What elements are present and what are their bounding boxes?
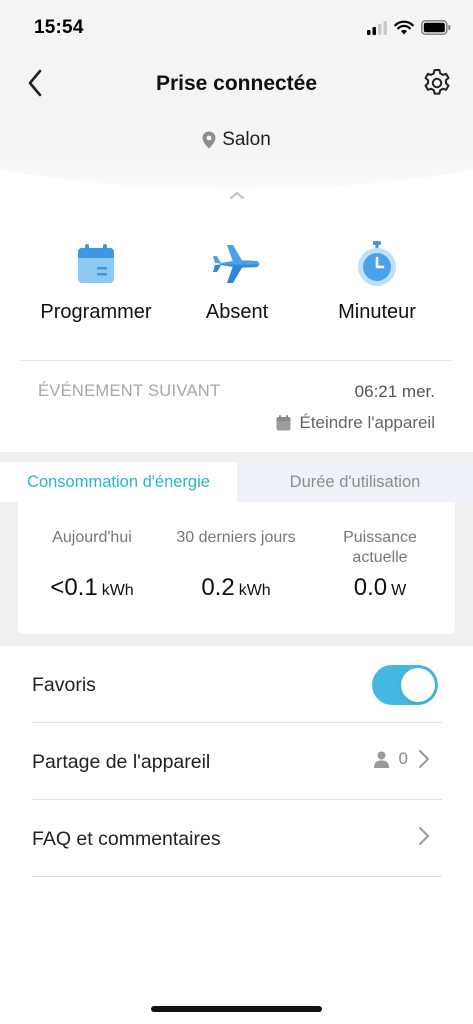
home-indicator[interactable]: [151, 1006, 322, 1012]
faq-row[interactable]: FAQ et commentaires: [32, 800, 442, 877]
user-icon: [373, 751, 389, 768]
next-event-time: 06:21 mer.: [354, 382, 435, 401]
favorites-label: Favoris: [32, 674, 96, 696]
tab-usage-duration[interactable]: Durée d'utilisation: [237, 462, 473, 502]
next-event-action-label: Éteindre l'appareil: [299, 413, 435, 432]
stat-label: 30 derniers jours: [176, 529, 296, 546]
favorites-row: Favoris: [32, 646, 442, 723]
wifi-icon: [394, 20, 414, 35]
collapse-chevron-icon[interactable]: [226, 188, 248, 204]
stat-unit: W: [391, 582, 407, 599]
divider: [20, 360, 453, 361]
gear-icon: [424, 69, 450, 95]
status-icons: [367, 20, 451, 35]
stat-value: 0.0 W: [307, 574, 453, 602]
stat-number: 0.2: [201, 574, 235, 601]
timer-action[interactable]: Minuteur: [302, 236, 452, 324]
location-label: Salon: [222, 129, 271, 150]
faq-chevron: [418, 826, 430, 846]
battery-icon: [421, 20, 451, 35]
next-event-title: ÉVÉNEMENT SUIVANT: [38, 382, 221, 400]
page-title: Prise connectée: [155, 72, 318, 95]
quick-actions: Programmer Absent Minuteur: [0, 236, 473, 336]
stat-number: 0.0: [353, 574, 388, 601]
device-sharing-label: Partage de l'appareil: [32, 751, 211, 773]
signal-icon: [367, 20, 387, 35]
chevron-right-icon: [419, 827, 429, 845]
stopwatch-icon: [358, 241, 396, 286]
away-action[interactable]: Absent: [162, 236, 312, 324]
energy-section: Consommation d'énergie Durée d'utilisati…: [0, 452, 473, 646]
favorites-toggle[interactable]: [372, 665, 438, 705]
calendar-icon: [78, 244, 114, 283]
schedule-action[interactable]: Programmer: [21, 236, 171, 324]
stat-unit: kWh: [101, 582, 134, 599]
tab-energy-consumption[interactable]: Consommation d'énergie: [0, 462, 237, 502]
settings-button[interactable]: [421, 67, 453, 99]
stat-unit: kWh: [238, 582, 271, 599]
timer-label: Minuteur: [338, 301, 416, 323]
stat-current-power: Puissance actuelle 0.0 W: [307, 528, 453, 602]
next-event[interactable]: ÉVÉNEMENT SUIVANT 06:21 mer. Éteindre l'…: [0, 362, 473, 450]
energy-tabs: Consommation d'énergie Durée d'utilisati…: [0, 462, 473, 502]
status-time: 15:54: [34, 17, 84, 38]
location: Salon: [0, 129, 473, 151]
schedule-label: Programmer: [40, 301, 152, 323]
stat-label: Aujourd'hui: [52, 529, 132, 546]
chevron-right-icon: [419, 750, 429, 768]
airplane-icon: [213, 245, 260, 283]
device-sharing-row[interactable]: Partage de l'appareil 0: [32, 723, 442, 800]
faq-label: FAQ et commentaires: [32, 828, 221, 850]
status-bar: 15:54: [0, 0, 473, 56]
stat-30-days: 30 derniers jours 0.2 kWh: [163, 528, 309, 602]
stat-today: Aujourd'hui <0.1 kWh: [19, 528, 165, 602]
location-pin-icon: [202, 131, 216, 149]
toggle-knob: [401, 668, 435, 702]
energy-card: Aujourd'hui <0.1 kWh 30 derniers jours 0.…: [18, 502, 455, 634]
stat-label: Puissance actuelle: [343, 529, 417, 566]
stat-value: 0.2 kWh: [163, 574, 309, 602]
away-label: Absent: [205, 301, 269, 323]
sharing-info: 0: [373, 749, 430, 769]
next-event-action: Éteindre l'appareil: [276, 413, 435, 433]
schedule-small-icon: [276, 415, 291, 431]
sharing-count: 0: [398, 749, 408, 768]
stat-value: <0.1 kWh: [19, 574, 165, 602]
stat-number: <0.1: [50, 574, 98, 601]
